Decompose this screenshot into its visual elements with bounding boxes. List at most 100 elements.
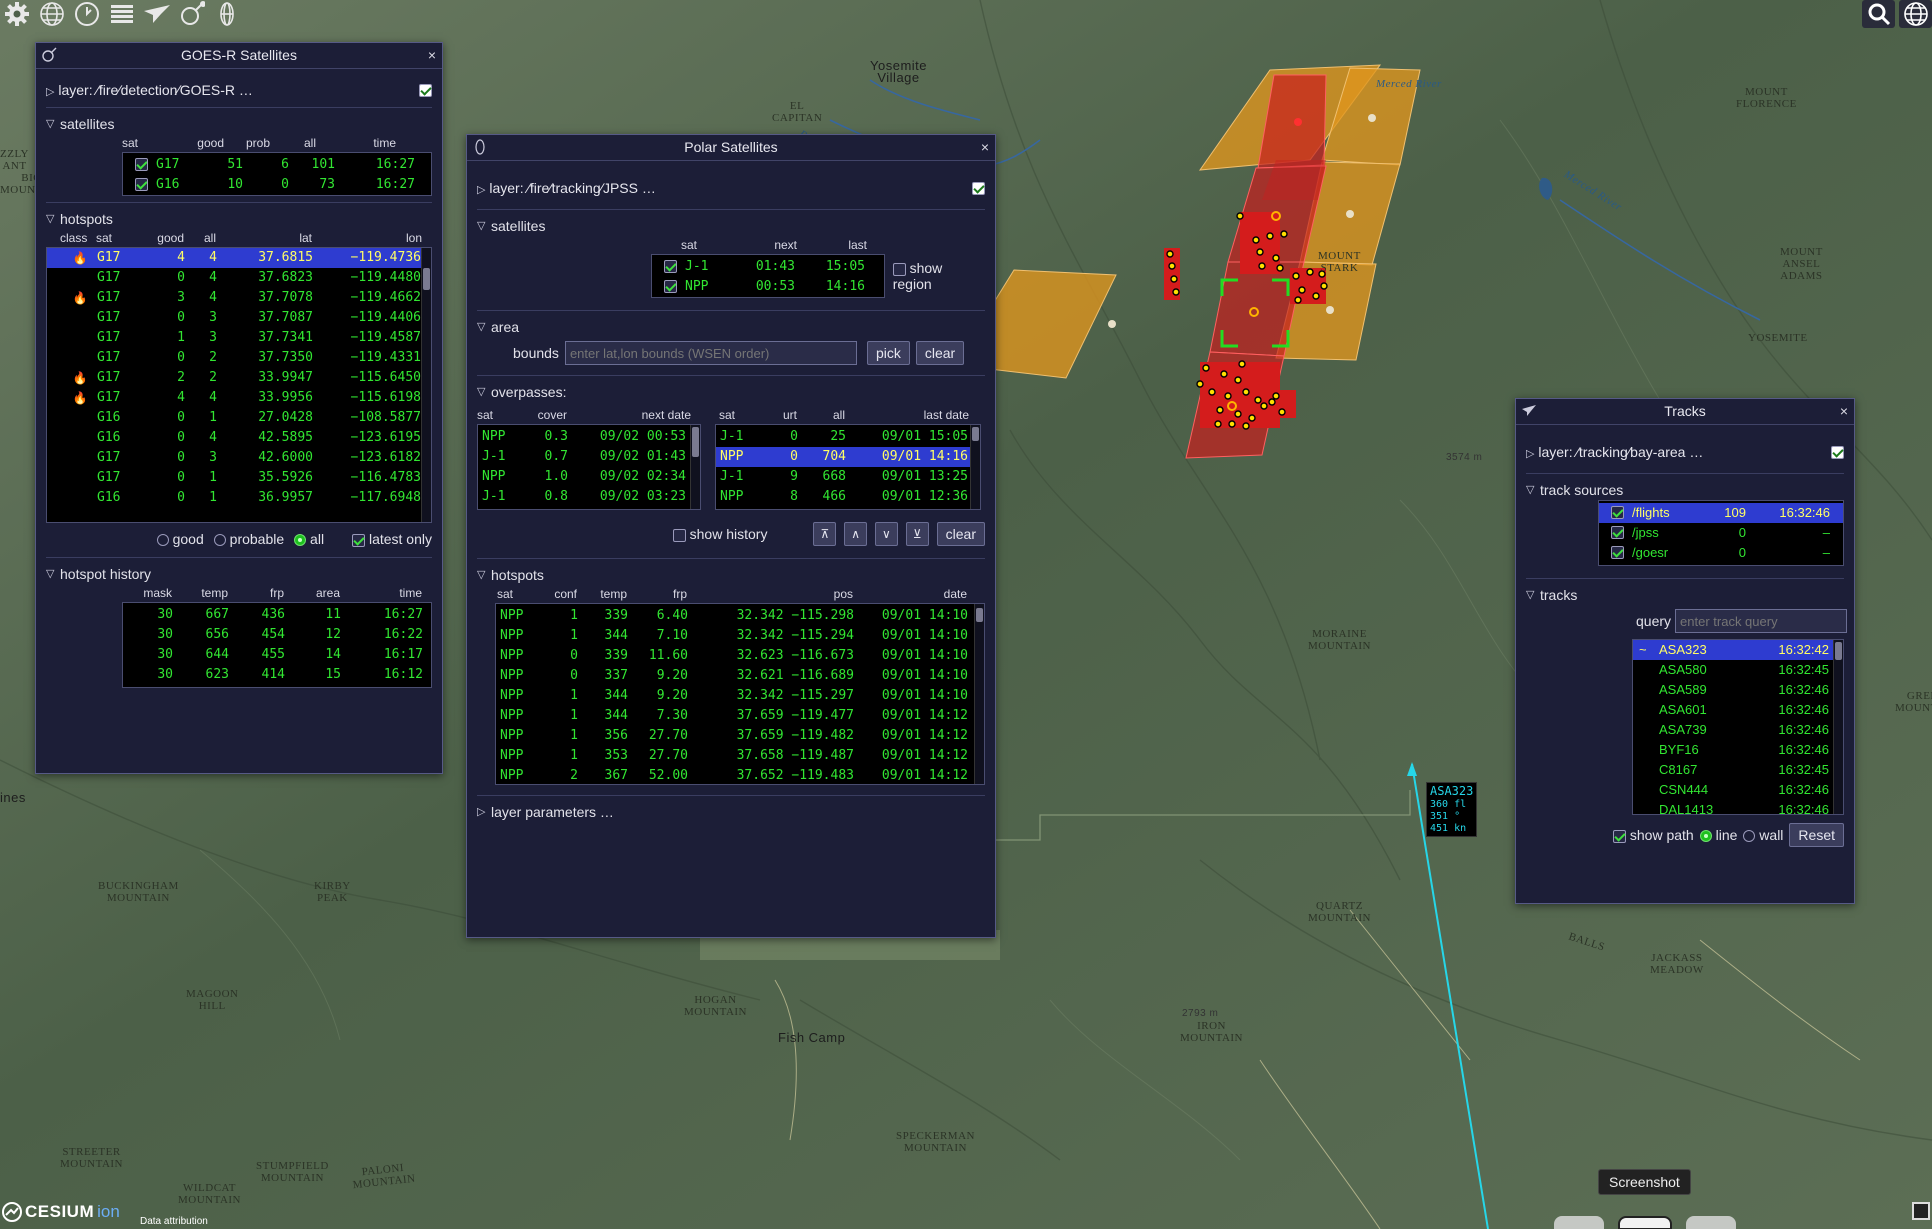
next-button[interactable]: ∨: [875, 522, 898, 546]
last-button[interactable]: ⊻: [905, 522, 929, 546]
goes-window-header[interactable]: GOES-R Satellites ×: [36, 43, 442, 69]
first-button[interactable]: ⊼: [813, 522, 837, 546]
tracks-layer-row[interactable]: ▷ layer: ∕tracking∕bay-area …: [1526, 441, 1844, 463]
overpass-row[interactable]: J-1 0 25 09/01 15:05: [716, 427, 980, 447]
globe-icon[interactable]: [35, 0, 68, 28]
row-checkbox[interactable]: [664, 260, 677, 273]
polar-satellite-list[interactable]: J-1 01:43 15:05 NPP 00:53 14:16: [651, 254, 885, 298]
camera-button[interactable]: [1618, 1216, 1672, 1229]
hotspot-row[interactable]: 🔥 G17 4 4 33.9956 −115.6198: [47, 388, 431, 408]
row-checkbox[interactable]: [1611, 546, 1624, 559]
track-row[interactable]: ASA589 16:32:46: [1633, 680, 1843, 700]
scrollbar-thumb[interactable]: [972, 427, 979, 441]
cesium-logo[interactable]: CESIUM ion: [2, 1202, 120, 1222]
overpass-row[interactable]: J-1 0.7 09/02 01:43: [478, 447, 700, 467]
collapse-triangle-icon[interactable]: ▽: [46, 209, 56, 229]
track-source-row[interactable]: /flights 109 16:32:46: [1599, 503, 1843, 523]
goes-satellites-header[interactable]: ▽ satellites: [46, 114, 432, 134]
goes-hotspots-header[interactable]: ▽ hotspots: [46, 209, 432, 229]
camera-button[interactable]: [1554, 1216, 1604, 1229]
row-checkbox[interactable]: [135, 178, 148, 191]
track-row[interactable]: ~ ASA323 16:32:42: [1633, 640, 1843, 660]
fullscreen-icon[interactable]: [1912, 1202, 1930, 1220]
goes-history-header[interactable]: ▽ hotspot history: [46, 564, 432, 584]
goes-window[interactable]: GOES-R Satellites × ▷ layer: ∕fire∕detec…: [35, 42, 443, 774]
scrollbar-thumb[interactable]: [1835, 642, 1842, 660]
satellite-icon[interactable]: [175, 0, 208, 28]
collapse-triangle-icon[interactable]: ▽: [477, 565, 487, 585]
clock-icon[interactable]: [70, 0, 103, 28]
plane-icon[interactable]: [140, 0, 173, 28]
scrollbar-thumb[interactable]: [692, 427, 699, 457]
polar-window-header[interactable]: Polar Satellites ×: [467, 135, 995, 161]
history-row[interactable]: 30 656 454 12 16:22: [123, 625, 431, 645]
overpass-row[interactable]: NPP 8 466 09/01 12:36: [716, 487, 980, 507]
hotspot-row[interactable]: NPP 1 356 27.70 37.659 −119.482 09/01 14:12: [496, 726, 984, 746]
history-row[interactable]: 30 644 455 14 16:17: [123, 645, 431, 665]
hotspot-row[interactable]: G17 0 3 42.6000 −123.6182: [47, 448, 431, 468]
hotspot-row[interactable]: NPP 1 344 9.20 32.342 −115.297 09/01 14:10: [496, 686, 984, 706]
scrollbar[interactable]: [974, 604, 984, 784]
flight-label[interactable]: ASA323 360 fl 351 ° 451 kn: [1426, 782, 1478, 837]
track-source-row[interactable]: /goesr 0 –: [1599, 543, 1843, 563]
hotspot-row[interactable]: G17 0 2 37.7350 −119.4331: [47, 348, 431, 368]
show-history-toggle[interactable]: show history: [672, 526, 767, 542]
layer-parameters-header[interactable]: ▷ layer parameters …: [477, 802, 985, 822]
path-line-option[interactable]: line: [1699, 827, 1737, 843]
hotspot-row[interactable]: G17 0 4 37.6823 −119.4480: [47, 268, 431, 288]
hotspot-row[interactable]: G16 0 4 42.5895 −123.6195: [47, 428, 431, 448]
filter-good[interactable]: good: [156, 531, 204, 547]
track-row[interactable]: ASA601 16:32:46: [1633, 700, 1843, 720]
goes-satellite-list[interactable]: G17 51 6 101 16:27 G16 10 0 73 16:27: [122, 152, 432, 196]
satellite-row[interactable]: G16 10 0 73 16:27: [123, 175, 431, 195]
overpass-row[interactable]: NPP 0 704 09/01 14:16: [716, 447, 980, 467]
overpass-last-list[interactable]: J-1 0 25 09/01 15:05 NPP 0 704 09/01 14:16 J-1 9 6…: [715, 424, 981, 510]
track-row[interactable]: C8167 16:32:45: [1633, 760, 1843, 780]
polar-satellite-icon[interactable]: [210, 0, 243, 28]
scrollbar[interactable]: [421, 248, 431, 522]
data-attribution-link[interactable]: Data attribution: [140, 1216, 208, 1227]
track-list[interactable]: ~ ASA323 16:32:42 ASA580 16:32:45 ASA589 16:32…: [1632, 639, 1844, 815]
expand-triangle-icon[interactable]: ▷: [477, 802, 487, 822]
pick-button[interactable]: pick: [866, 341, 910, 365]
reset-button[interactable]: Reset: [1789, 823, 1844, 847]
polar-area-header[interactable]: ▽ area: [477, 317, 985, 337]
history-row[interactable]: 30 667 436 11 16:27: [123, 605, 431, 625]
camera-button[interactable]: [1686, 1216, 1736, 1229]
satellite-row[interactable]: J-1 01:43 15:05: [652, 257, 884, 277]
overpass-row[interactable]: NPP 1.0 09/02 02:34: [478, 467, 700, 487]
tracks-layer-checkbox[interactable]: [1831, 445, 1844, 459]
track-row[interactable]: BYF16 16:32:46: [1633, 740, 1843, 760]
polar-hotspots-header[interactable]: ▽ hotspots: [477, 565, 985, 585]
close-icon[interactable]: ×: [981, 135, 989, 159]
hotspot-row[interactable]: NPP 2 367 52.00 37.652 −119.483 09/01 14:12: [496, 766, 984, 784]
previous-button[interactable]: ∧: [844, 522, 868, 546]
tracks-header[interactable]: ▽ tracks: [1526, 585, 1844, 605]
overpass-row[interactable]: J-1 9 668 09/01 13:25: [716, 467, 980, 487]
hotspot-row[interactable]: 🔥 G17 4 4 37.6815 −119.4736: [47, 248, 431, 268]
collapse-triangle-icon[interactable]: ▽: [477, 317, 487, 337]
clear-bounds-button[interactable]: clear: [915, 341, 965, 365]
bounds-input[interactable]: [564, 341, 857, 365]
latest-only-toggle[interactable]: latest only: [352, 531, 432, 547]
hotspot-row[interactable]: NPP 0 339 11.60 32.623 −116.673 09/01 14:10: [496, 646, 984, 666]
filter-all[interactable]: all: [294, 531, 324, 547]
scrollbar[interactable]: [970, 425, 980, 509]
track-source-row[interactable]: /jpss 0 –: [1599, 523, 1843, 543]
collapse-triangle-icon[interactable]: ▽: [46, 564, 56, 584]
hotspot-row[interactable]: G17 0 3 37.7087 −119.4406: [47, 308, 431, 328]
history-row[interactable]: 30 623 414 15 16:12: [123, 665, 431, 685]
filter-probable[interactable]: probable: [213, 531, 284, 547]
polar-hotspot-list[interactable]: NPP 1 339 6.40 32.342 −115.298 09/01 14:10 NPP…: [495, 603, 985, 785]
polar-layer-checkbox[interactable]: [972, 181, 985, 195]
collapse-triangle-icon[interactable]: ▽: [46, 114, 56, 134]
scrollbar-thumb[interactable]: [976, 608, 983, 622]
layers-icon[interactable]: [105, 0, 138, 28]
expand-triangle-icon[interactable]: ▷: [477, 184, 485, 196]
row-checkbox[interactable]: [664, 280, 677, 293]
globe-icon[interactable]: [1899, 0, 1932, 28]
goes-layer-row[interactable]: ▷ layer: ∕fire∕detection∕GOES-R …: [46, 79, 432, 101]
goes-hotspot-list[interactable]: 🔥 G17 4 4 37.6815 −119.4736 G17 0 4 37.6823 −119.4…: [46, 247, 432, 523]
close-icon[interactable]: ×: [428, 43, 436, 67]
satellite-row[interactable]: G17 51 6 101 16:27: [123, 155, 431, 175]
